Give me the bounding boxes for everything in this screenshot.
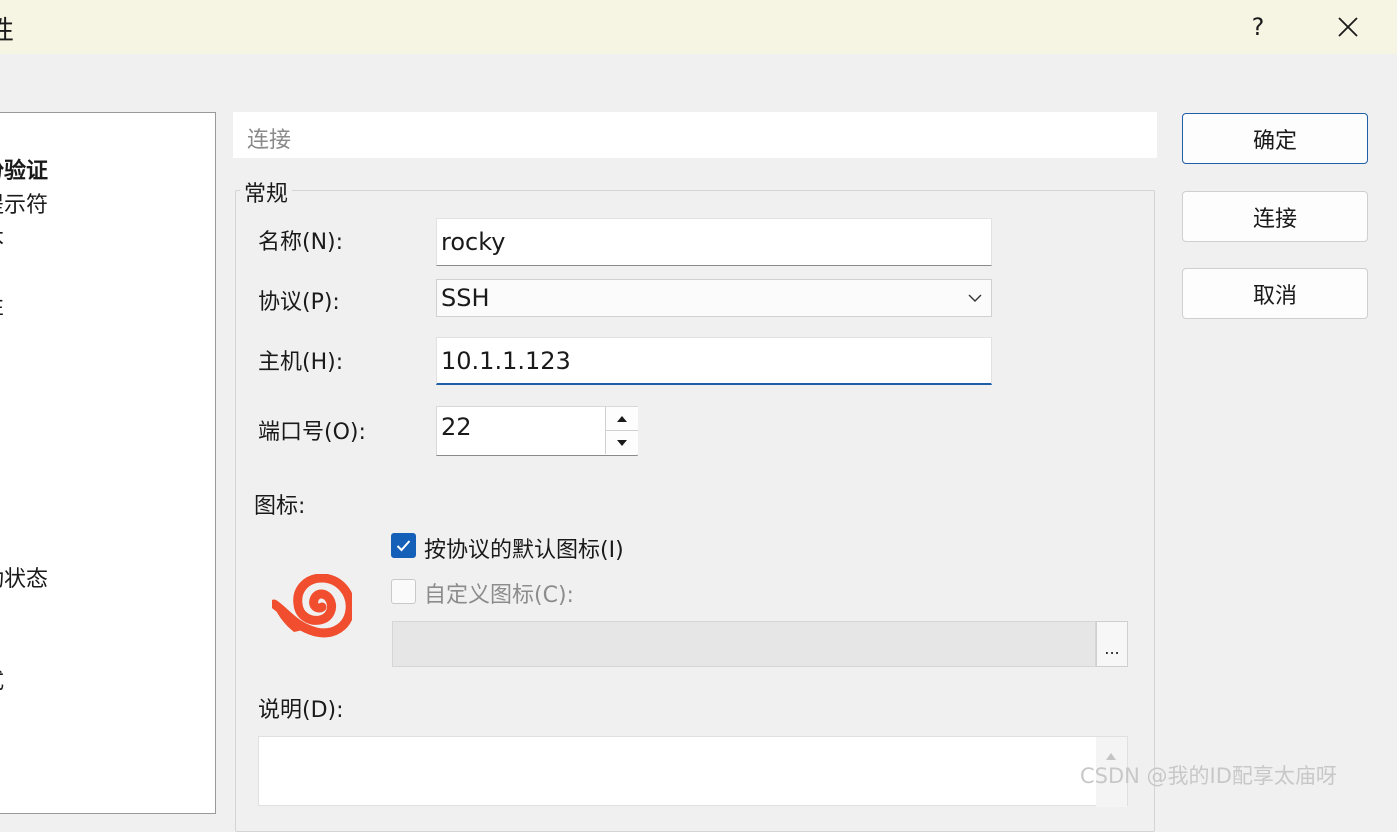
- tree-item-mode[interactable]: 式: [0, 663, 4, 695]
- ok-button[interactable]: 确定: [1182, 113, 1368, 164]
- tree-item-status[interactable]: 动状态: [0, 561, 48, 593]
- triangle-down-icon: [617, 439, 627, 446]
- protocol-value: SSH: [441, 284, 490, 312]
- cancel-button[interactable]: 取消: [1182, 268, 1368, 319]
- group-title: 常规: [240, 176, 293, 208]
- ssh-snail-icon: [272, 574, 352, 638]
- tree-item-prompt[interactable]: 提示符: [0, 187, 48, 219]
- description-label: 说明(D):: [258, 698, 344, 723]
- port-increment-button[interactable]: [605, 407, 638, 431]
- custom-icon-checkbox[interactable]: [391, 579, 416, 604]
- triangle-up-icon: [617, 415, 627, 422]
- watermark: CSDN @我的ID配享太庙呀: [1080, 764, 1337, 788]
- default-icon-label[interactable]: 按协议的默认图标(I): [424, 532, 624, 564]
- icon-label: 图标:: [254, 494, 306, 519]
- category-tree[interactable]: 份验证 提示符 本 性 T N 动状态 式: [0, 112, 216, 814]
- chevron-down-icon: [968, 294, 982, 302]
- port-stepper[interactable]: 22: [436, 406, 638, 456]
- panel-title: 连接: [247, 128, 292, 153]
- tree-item-property[interactable]: 性: [0, 289, 4, 321]
- checkmark-icon: [396, 540, 411, 552]
- browse-button[interactable]: ...: [1096, 621, 1128, 667]
- description-textarea[interactable]: [258, 736, 1128, 806]
- close-button[interactable]: [1318, 0, 1378, 54]
- port-decrement-button[interactable]: [605, 431, 638, 454]
- port-value[interactable]: 22: [441, 413, 472, 441]
- title-bar: 性 ?: [0, 0, 1397, 54]
- name-input[interactable]: [436, 218, 992, 266]
- connect-button[interactable]: 连接: [1182, 191, 1368, 242]
- custom-icon-label: 自定义图标(C):: [424, 583, 574, 608]
- panel-header: 连接: [233, 112, 1157, 158]
- help-button[interactable]: ?: [1228, 0, 1288, 54]
- tree-item-auth[interactable]: 份验证: [0, 153, 48, 185]
- host-input[interactable]: [436, 337, 992, 385]
- protocol-label: 协议(P):: [258, 290, 340, 315]
- default-icon-checkbox[interactable]: [391, 533, 416, 558]
- close-icon: [1338, 17, 1358, 37]
- port-label: 端口号(O):: [258, 420, 366, 445]
- protocol-select[interactable]: SSH: [436, 279, 992, 317]
- tree-item-script[interactable]: 本: [0, 221, 4, 253]
- window-title: 性: [0, 16, 15, 46]
- host-label: 主机(H):: [258, 350, 344, 375]
- name-label: 名称(N):: [258, 230, 344, 255]
- custom-icon-path-input: [392, 621, 1096, 667]
